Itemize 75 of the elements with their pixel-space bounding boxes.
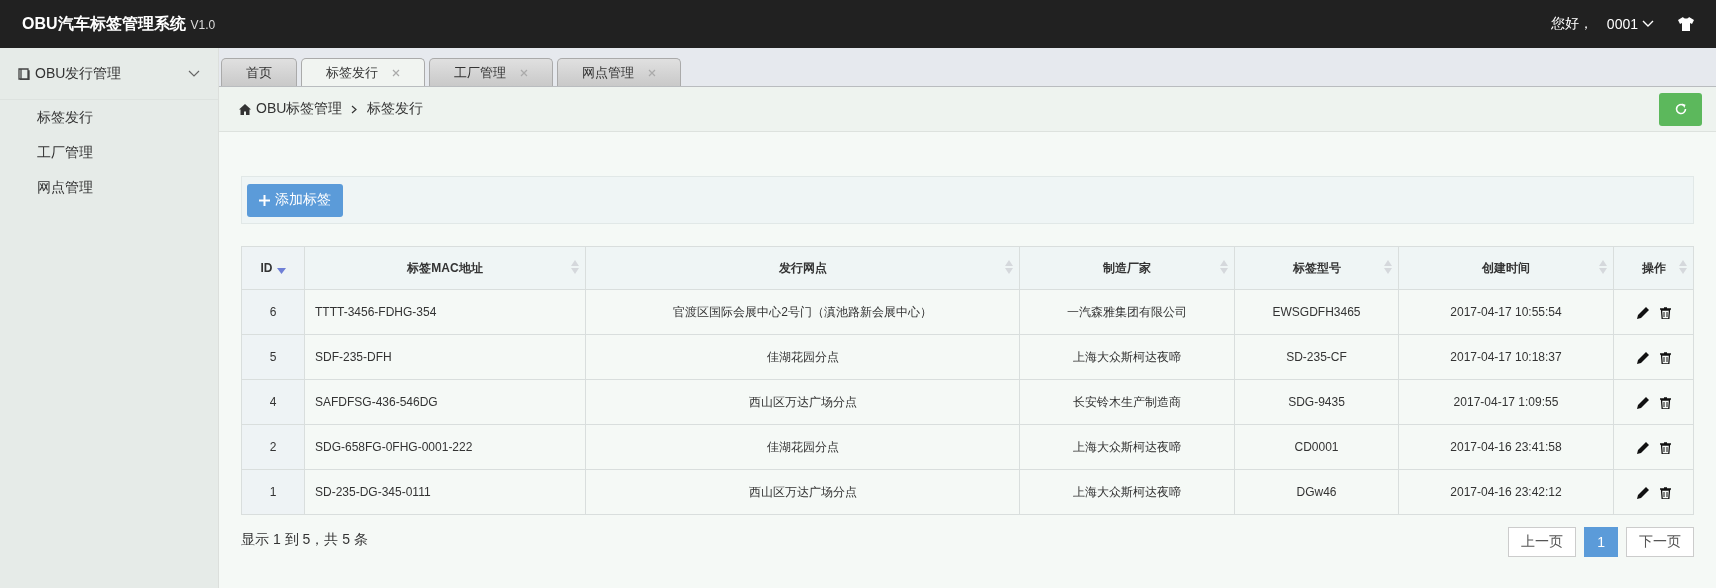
table-cell: TTTT-3456-FDHG-354 — [304, 289, 586, 335]
breadcrumb-separator-icon — [351, 104, 359, 114]
column-header[interactable]: 制造厂家 — [1019, 246, 1235, 290]
page-button[interactable]: 上一页 — [1508, 527, 1577, 557]
version-label: V1.0 — [190, 17, 216, 32]
table-cell: 长安铃木生产制造商 — [1019, 379, 1235, 425]
table-cell: CD0001 — [1234, 424, 1399, 470]
tab[interactable]: 首页 — [221, 58, 297, 86]
table-cell: SD-235-CF — [1234, 334, 1399, 380]
home-icon — [239, 103, 251, 115]
trash-icon[interactable] — [1659, 396, 1671, 409]
table-cell: 2017-04-17 1:09:55 — [1398, 379, 1614, 425]
table-cell: 4 — [241, 379, 305, 425]
table-cell: DGw46 — [1234, 469, 1399, 515]
app-title: OBU汽车标签管理系统 — [22, 13, 186, 34]
table-cell: SDF-235-DFH — [304, 334, 586, 380]
menu-group[interactable]: OBU发行管理 — [0, 48, 218, 100]
pencil-icon[interactable] — [1636, 351, 1650, 365]
table-cell: 佳湖花园分点 — [585, 424, 1020, 470]
tab[interactable]: 标签发行 — [301, 58, 425, 86]
table-cell: 上海大众斯柯达夜啼 — [1019, 334, 1235, 380]
table-cell: 官渡区国际会展中心2号门（滇池路新会展中心） — [585, 289, 1020, 335]
table-cell: 2017-04-17 10:55:54 — [1398, 289, 1614, 335]
column-header[interactable]: 创建时间 — [1398, 246, 1614, 290]
breadcrumb-link[interactable]: OBU标签管理 — [256, 100, 343, 118]
menu-item[interactable]: 工厂管理 — [0, 135, 130, 170]
greeting: 您好， — [1550, 15, 1593, 33]
close-icon — [648, 68, 656, 77]
table-cell: SD-235-DG-345-0111 — [304, 469, 586, 515]
plus-icon — [259, 194, 270, 206]
table-cell: 一汽森雅集团有限公司 — [1019, 289, 1235, 335]
trash-icon[interactable] — [1659, 486, 1671, 499]
shirt-icon[interactable] — [1678, 17, 1694, 31]
chevron-icon — [188, 69, 200, 78]
menu-item[interactable]: 网点管理 — [0, 170, 130, 205]
tab[interactable]: 工厂管理 — [429, 58, 553, 86]
table-cell: 上海大众斯柯达夜啼 — [1019, 424, 1235, 470]
table-cell: 2017-04-16 23:42:12 — [1398, 469, 1614, 515]
table-cell: 佳湖花园分点 — [585, 334, 1020, 380]
table-cell: SDG-658FG-0FHG-0001-222 — [304, 424, 586, 470]
trash-icon[interactable] — [1659, 306, 1671, 319]
column-header[interactable]: ID — [241, 246, 305, 290]
column-header[interactable]: 标签型号 — [1234, 246, 1399, 290]
book-icon — [18, 67, 30, 80]
pencil-icon[interactable] — [1636, 441, 1650, 455]
column-header[interactable]: 发行网点 — [585, 246, 1020, 290]
pencil-icon[interactable] — [1636, 486, 1650, 500]
menu-item[interactable]: 标签发行 — [0, 100, 130, 135]
trash-icon[interactable] — [1659, 441, 1671, 454]
user-menu[interactable]: 0001 — [1606, 16, 1638, 32]
table-cell: SDG-9435 — [1234, 379, 1399, 425]
page-button[interactable]: 下一页 — [1626, 527, 1694, 557]
table-cell: 2017-04-17 10:18:37 — [1398, 334, 1614, 380]
chevron-icon[interactable] — [1642, 20, 1654, 28]
table-cell: SAFDFSG-436-546DG — [304, 379, 586, 425]
table-cell: 西山区万达广场分点 — [585, 379, 1020, 425]
close-icon — [520, 68, 528, 77]
table-cell: 6 — [241, 289, 305, 335]
pencil-icon[interactable] — [1636, 396, 1650, 410]
table-cell: 5 — [241, 334, 305, 380]
table-cell: 西山区万达广场分点 — [585, 469, 1020, 515]
record-summary: 显示 1 到 5，共 5 条 — [241, 531, 368, 549]
breadcrumb-link[interactable]: 标签发行 — [367, 100, 424, 118]
tab[interactable]: 网点管理 — [557, 58, 681, 86]
table-cell: 2 — [241, 424, 305, 470]
table-cell: 2017-04-16 23:41:58 — [1398, 424, 1614, 470]
trash-icon[interactable] — [1659, 351, 1671, 364]
refresh-icon — [1673, 102, 1688, 116]
close-icon — [392, 68, 400, 77]
column-header[interactable]: 操作 — [1613, 246, 1694, 290]
table-cell: 1 — [241, 469, 305, 515]
table-cell: EWSGDFH3465 — [1234, 289, 1399, 335]
column-header[interactable]: 标签MAC地址 — [304, 246, 586, 290]
table-cell: 上海大众斯柯达夜啼 — [1019, 469, 1235, 515]
pencil-icon[interactable] — [1636, 306, 1650, 320]
